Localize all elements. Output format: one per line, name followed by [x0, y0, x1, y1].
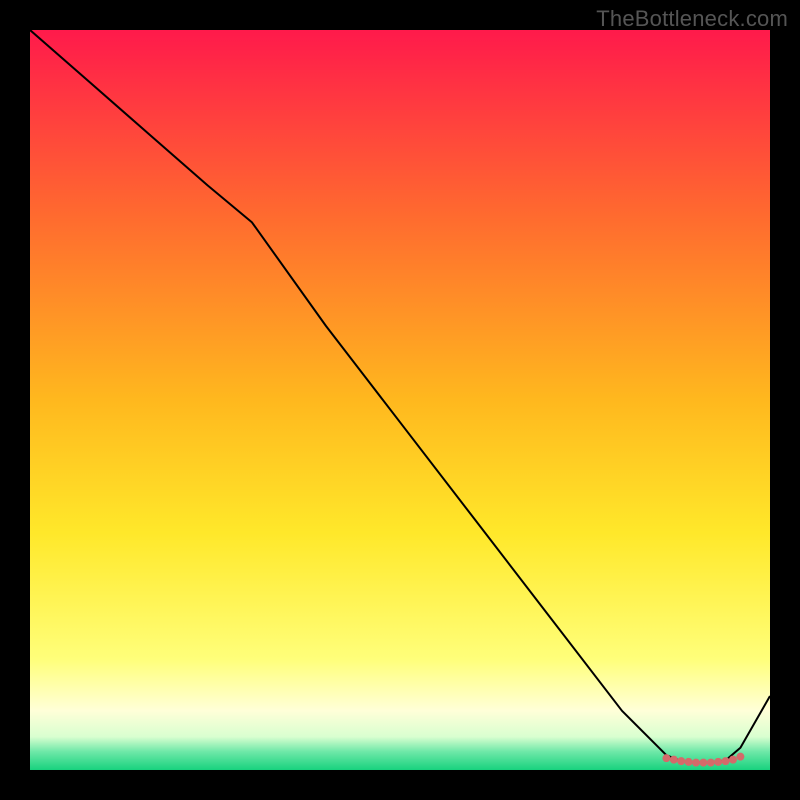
optimal-zone-marker: [714, 758, 722, 766]
plot-area: [30, 30, 770, 770]
chart-svg: [30, 30, 770, 770]
chart-container: TheBottleneck.com: [0, 0, 800, 800]
optimal-zone-marker: [729, 756, 737, 764]
optimal-zone-marker: [685, 758, 693, 766]
gradient-background: [30, 30, 770, 770]
watermark-text: TheBottleneck.com: [596, 6, 788, 32]
optimal-zone-marker: [707, 759, 715, 767]
optimal-zone-marker: [699, 759, 707, 767]
optimal-zone-marker: [692, 759, 700, 767]
optimal-zone-marker: [670, 756, 678, 764]
optimal-zone-marker: [662, 754, 670, 762]
optimal-zone-marker: [677, 757, 685, 765]
optimal-zone-marker: [736, 753, 744, 761]
optimal-zone-marker: [722, 757, 730, 765]
